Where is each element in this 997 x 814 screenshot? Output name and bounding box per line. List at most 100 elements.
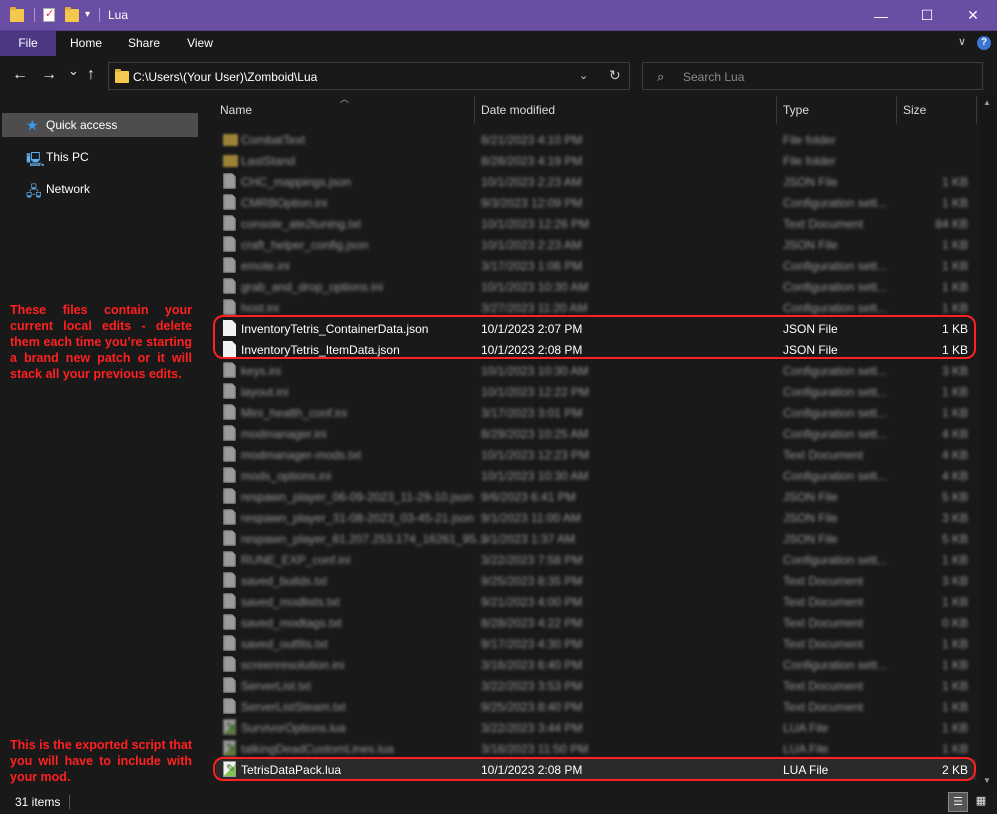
file-date: 3/22/2023 3:53 PM — [481, 679, 583, 693]
file-type: Text Document — [783, 574, 864, 588]
file-row[interactable]: LastStand 8/28/2023 4:19 PM File folder — [216, 150, 976, 171]
column-divider[interactable] — [776, 96, 777, 124]
file-row[interactable]: CombatText 8/21/2023 4:10 PM File folder — [216, 129, 976, 150]
file-type: Configuration sett... — [783, 658, 888, 672]
file-row[interactable]: CMRBOption.ini 9/3/2023 12:09 PM Configura… — [216, 192, 976, 213]
file-icon — [223, 215, 236, 231]
file-row[interactable]: emote.ini 3/17/2023 1:06 PM Configuration … — [216, 255, 976, 276]
minimize-button[interactable]: — — [858, 0, 904, 31]
file-row[interactable]: keys.ini 10/1/2023 10:30 AM Configuration … — [216, 360, 976, 381]
file-date: 3/17/2023 1:06 PM — [481, 259, 583, 273]
folder-icon — [115, 69, 129, 83]
file-type: Text Document — [783, 595, 864, 609]
column-header-type[interactable]: Type — [783, 96, 809, 124]
customize-quick-access-icon[interactable]: ▾ — [85, 9, 90, 20]
tab-home[interactable]: Home — [64, 31, 108, 56]
computer-icon: 🖳 — [26, 151, 45, 167]
file-row[interactable]: layout.ini 10/1/2023 12:22 PM Configuratio… — [216, 381, 976, 402]
column-divider[interactable] — [896, 96, 897, 124]
maximize-button[interactable]: ☐ — [904, 0, 950, 31]
file-row[interactable]: mods_options.ini 10/1/2023 10:30 AM Config… — [216, 465, 976, 486]
file-row[interactable]: saved_outfits.txt 9/17/2023 4:30 PM Text D… — [216, 633, 976, 654]
details-view-button[interactable]: ☰ — [948, 792, 968, 812]
file-type: Text Document — [783, 637, 864, 651]
file-row[interactable]: craft_helper_config.json 10/1/2023 2:23 A… — [216, 234, 976, 255]
file-size: 3 KB — [941, 511, 968, 525]
sidebar-item-quick-access[interactable]: ★ Quick access — [2, 113, 198, 137]
expand-ribbon-icon[interactable]: ∨ — [958, 35, 966, 48]
file-size: 1 KB — [941, 742, 968, 756]
file-row[interactable]: respawn_player_06-09-2023_11-29-10.json 9… — [216, 486, 976, 507]
highlight-local-edits — [213, 315, 976, 359]
scroll-down-icon[interactable]: ▼ — [983, 776, 991, 785]
file-row[interactable]: saved_modlists.txt 9/21/2023 4:00 PM Text … — [216, 591, 976, 612]
file-icon — [223, 362, 236, 378]
address-bar[interactable]: C:\Users\(Your User)\Zomboid\Lua ⌄ ↻ — [108, 62, 630, 90]
file-icon — [223, 551, 236, 567]
file-icon — [223, 404, 236, 420]
large-icons-view-button[interactable]: ▦ — [971, 792, 991, 812]
file-type: Text Document — [783, 679, 864, 693]
tab-view[interactable]: View — [180, 31, 220, 56]
sort-ascending-icon: ︿ — [340, 94, 350, 104]
file-size: 1 KB — [941, 280, 968, 294]
file-date: 10/1/2023 2:23 AM — [481, 238, 582, 252]
file-row[interactable]: grab_and_drop_options.ini 10/1/2023 10:30… — [216, 276, 976, 297]
file-row[interactable]: console_ate2tuning.txt 10/1/2023 12:26 PM… — [216, 213, 976, 234]
column-divider[interactable] — [474, 96, 475, 124]
file-name: ServerList.txt — [241, 679, 312, 693]
folder-icon — [223, 134, 238, 146]
file-name: ServerListSteam.txt — [241, 700, 346, 714]
search-box[interactable]: ⌕ Search Lua — [642, 62, 983, 90]
help-icon[interactable]: ? — [977, 36, 991, 50]
address-path[interactable]: C:\Users\(Your User)\Zomboid\Lua — [133, 70, 317, 84]
file-row[interactable]: modmanager-mods.txt 10/1/2023 12:23 PM Tex… — [216, 444, 976, 465]
file-row[interactable]: ServerListSteam.txt 9/25/2023 8:40 PM Text… — [216, 696, 976, 717]
recent-locations-button[interactable]: ⌄ — [68, 63, 79, 79]
file-name: RUNE_EXP_conf.ini — [241, 553, 351, 567]
file-type: JSON File — [783, 175, 838, 189]
address-dropdown-icon[interactable]: ⌄ — [579, 69, 588, 82]
forward-button[interactable]: → — [41, 66, 57, 84]
new-folder-icon[interactable] — [65, 7, 79, 22]
column-header-size[interactable]: Size — [903, 96, 926, 124]
file-size: 84 KB — [935, 217, 968, 231]
file-name: CMRBOption.ini — [241, 196, 328, 210]
file-row[interactable]: saved_modtags.txt 8/28/2023 4:22 PM Text D… — [216, 612, 976, 633]
file-type: Text Document — [783, 448, 864, 462]
tab-share[interactable]: Share — [122, 31, 166, 56]
sidebar-item-this-pc[interactable]: 🖳 This PC — [2, 145, 198, 169]
file-row[interactable]: respawn_player_31-08-2023_03-45-21.json 9… — [216, 507, 976, 528]
column-divider[interactable] — [976, 96, 977, 124]
column-header-date[interactable]: Date modified — [481, 96, 555, 124]
file-date: 9/6/2023 6:41 PM — [481, 490, 576, 504]
file-row[interactable]: Mini_health_conf.ini 3/17/2023 3:01 PM Con… — [216, 402, 976, 423]
file-icon — [223, 194, 236, 210]
tab-file[interactable]: File — [0, 31, 56, 56]
file-row[interactable]: screenresolution.ini 3/16/2023 6:40 PM Con… — [216, 654, 976, 675]
file-row[interactable]: talkingDeadCustomLines.lua 3/16/2023 11:5… — [216, 738, 976, 759]
file-row[interactable]: SurvivorOptions.lua 3/22/2023 3:44 PM LUA … — [216, 717, 976, 738]
folder-icon — [223, 155, 238, 167]
back-button[interactable]: ← — [12, 66, 28, 84]
search-input[interactable]: Search Lua — [683, 70, 744, 84]
properties-icon[interactable] — [43, 7, 55, 22]
annotation-exported-script: This is the exported script that you wil… — [10, 738, 192, 784]
star-icon: ★ — [26, 117, 39, 133]
navigation-pane: ★ Quick access 🖳 This PC 🖧 Network These… — [0, 96, 200, 790]
refresh-icon[interactable]: ↻ — [609, 67, 621, 84]
file-size: 1 KB — [941, 700, 968, 714]
file-row[interactable]: respawn_player_81.207.253.174_16261_95..… — [216, 528, 976, 549]
file-row[interactable]: saved_builds.txt 9/25/2023 8:35 PM Text Do… — [216, 570, 976, 591]
file-row[interactable]: RUNE_EXP_conf.ini 3/22/2023 7:58 PM Config… — [216, 549, 976, 570]
file-size: 1 KB — [941, 301, 968, 315]
sidebar-item-network[interactable]: 🖧 Network — [2, 177, 198, 201]
scroll-up-icon[interactable]: ▲ — [983, 98, 991, 107]
file-row[interactable]: modmanager.ini 8/29/2023 10:25 AM Configur… — [216, 423, 976, 444]
file-row[interactable]: CHC_mappings.json 10/1/2023 2:23 AM JSON F… — [216, 171, 976, 192]
vertical-scrollbar[interactable]: ▲ ▼ — [979, 96, 996, 790]
file-row[interactable]: ServerList.txt 3/22/2023 3:53 PM Text Docu… — [216, 675, 976, 696]
up-button[interactable]: ↑ — [87, 66, 95, 84]
column-header-name[interactable]: Name — [220, 96, 252, 124]
close-button[interactable]: ✕ — [950, 0, 996, 31]
